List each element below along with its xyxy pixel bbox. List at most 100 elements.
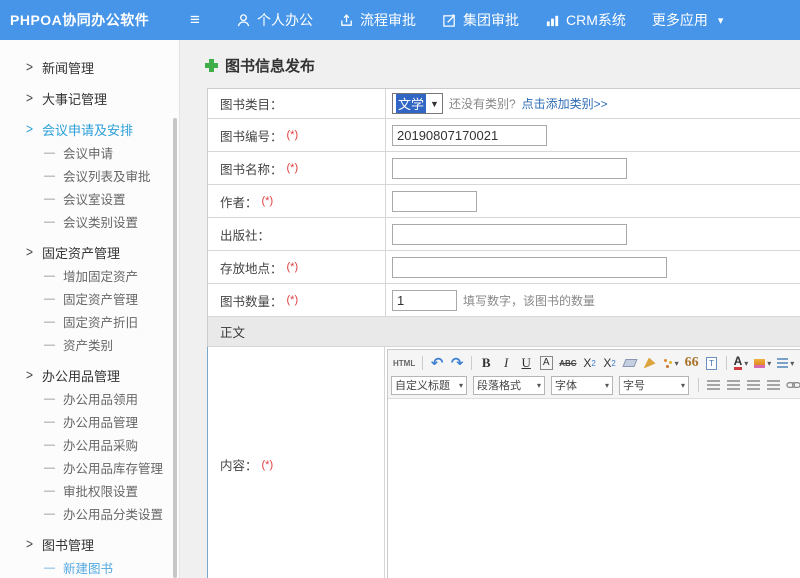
sidebar-item-label: 新建图书 xyxy=(63,558,113,577)
font-color-button[interactable]: A▾ xyxy=(732,354,751,372)
rich-text-editor: HTML ↶ ↷ B I U A ABC X2 X2 xyxy=(387,349,800,578)
undo-button[interactable]: ↶ xyxy=(428,354,446,372)
category-select[interactable]: 文学 ▼ xyxy=(392,93,443,114)
ordered-list-button[interactable]: ▾ xyxy=(775,354,796,372)
nav-label: 个人办公 xyxy=(257,10,313,30)
sidebar-item-supplies-mgmt[interactable]: >办公用品管理 xyxy=(0,363,179,387)
sidebar-item-meeting-mgmt[interactable]: >会议申请及安排 xyxy=(0,117,179,141)
chevron-down-icon: ▾ xyxy=(459,381,463,390)
top-bar: PHPOA协同办公软件 ≡ 个人办公 流程审批 集团审批 CRM系统 更多应用 … xyxy=(0,0,800,40)
dash-icon: — xyxy=(44,416,55,428)
dash-icon: — xyxy=(44,508,55,520)
nav-label: 集团审批 xyxy=(463,10,519,30)
paragraph-select[interactable]: 段落格式▾ xyxy=(473,376,545,395)
italic-button[interactable]: I xyxy=(497,354,515,372)
align-left-button[interactable] xyxy=(704,376,722,394)
chevron-right-icon: > xyxy=(26,367,33,383)
hamburger-menu-icon[interactable]: ≡ xyxy=(180,10,210,30)
sidebar-item-meeting-room[interactable]: —会议室设置 xyxy=(0,187,179,210)
body-section-header: 正文 xyxy=(208,317,800,347)
strikethrough-button[interactable]: ABC xyxy=(557,354,578,372)
char-border-button[interactable]: A xyxy=(540,356,553,370)
chevron-right-icon: > xyxy=(26,90,33,106)
nav-group-approval[interactable]: 集团审批 xyxy=(442,10,519,30)
sidebar-item-label: 办公用品领用 xyxy=(63,389,138,408)
quantity-input[interactable] xyxy=(392,290,457,311)
subscript-button[interactable]: X2 xyxy=(601,354,619,372)
dash-icon: — xyxy=(44,293,55,305)
book-no-input[interactable] xyxy=(392,125,547,146)
sidebar-item-supplies-inventory[interactable]: —办公用品库存管理 xyxy=(0,456,179,479)
highlight-color-icon xyxy=(754,359,765,368)
form-row-content: 内容：(*) HTML ↶ ↷ B I U A xyxy=(208,347,800,578)
sidebar-item-label: 会议室设置 xyxy=(63,189,126,208)
paste-text-button[interactable]: T xyxy=(703,354,721,372)
sidebar-item-meeting-list[interactable]: —会议列表及审批 xyxy=(0,164,179,187)
heading-select[interactable]: 自定义标题▾ xyxy=(391,376,467,395)
size-select[interactable]: 字号▾ xyxy=(619,376,689,395)
app-logo: PHPOA协同办公软件 xyxy=(0,10,180,30)
sidebar-item-news-mgmt[interactable]: > 新闻管理 xyxy=(0,55,179,79)
sidebar-item-label: 办公用品采购 xyxy=(63,435,138,454)
font-select[interactable]: 字体▾ xyxy=(551,376,613,395)
required-marker: (*) xyxy=(287,294,299,306)
sidebar-item-label: 审批权限设置 xyxy=(63,481,138,500)
form-row-publisher: 出版社： xyxy=(208,218,800,251)
sidebar-scrollbar[interactable] xyxy=(173,118,177,578)
format-painter-button[interactable]: ▾ xyxy=(661,354,681,372)
chevron-right-icon: > xyxy=(26,244,33,260)
underline-button[interactable]: U xyxy=(517,354,535,372)
align-center-button[interactable] xyxy=(724,376,742,394)
required-marker: (*) xyxy=(262,459,274,471)
nav-personal-office[interactable]: 个人办公 xyxy=(236,10,313,30)
blockquote-button[interactable]: 66 xyxy=(683,354,701,372)
chevron-down-icon: ▼ xyxy=(430,99,439,109)
sidebar-item-supplies-claim[interactable]: —办公用品领用 xyxy=(0,387,179,410)
link-button[interactable] xyxy=(784,376,800,394)
eraser-button[interactable] xyxy=(621,354,639,372)
dash-icon: — xyxy=(44,485,55,497)
add-category-link[interactable]: 点击添加类别>> xyxy=(522,95,608,112)
toolbar-row-2: 自定义标题▾ 段落格式▾ 字体▾ 字号▾ xyxy=(391,374,800,396)
bar-chart-icon xyxy=(545,13,560,28)
author-input[interactable] xyxy=(392,191,477,212)
sidebar-item-supplies-category[interactable]: —办公用品分类设置 xyxy=(0,502,179,525)
sidebar-item-asset-add[interactable]: —增加固定资产 xyxy=(0,264,179,287)
sidebar-item-label: 办公用品库存管理 xyxy=(63,458,163,477)
align-right-icon xyxy=(747,380,760,390)
sidebar-item-asset-category[interactable]: —资产类别 xyxy=(0,333,179,356)
sidebar-item-asset-depreciation[interactable]: —固定资产折旧 xyxy=(0,310,179,333)
toolbar-separator xyxy=(726,356,727,370)
redo-button[interactable]: ↷ xyxy=(448,354,466,372)
book-name-input[interactable] xyxy=(392,158,627,179)
edit-square-icon xyxy=(442,13,457,28)
html-source-button[interactable]: HTML xyxy=(391,354,417,372)
nav-process-approval[interactable]: 流程审批 xyxy=(339,10,416,30)
location-input[interactable] xyxy=(392,257,667,278)
bold-button[interactable]: B xyxy=(477,354,495,372)
highlight-color-button[interactable]: ▾ xyxy=(752,354,773,372)
chevron-right-icon: > xyxy=(26,59,33,75)
required-marker: (*) xyxy=(287,162,299,174)
sidebar-item-approval-permission[interactable]: — 审批权限设置 xyxy=(0,479,179,502)
sidebar-item-label: 新闻管理 xyxy=(42,58,94,77)
sidebar-item-asset-manage[interactable]: —固定资产管理 xyxy=(0,287,179,310)
sidebar-item-book-mgmt[interactable]: >图书管理 xyxy=(0,532,179,556)
nav-crm-system[interactable]: CRM系统 xyxy=(545,10,626,30)
sidebar-item-supplies-manage[interactable]: —办公用品管理 xyxy=(0,410,179,433)
publisher-input[interactable] xyxy=(392,224,627,245)
align-right-button[interactable] xyxy=(744,376,762,394)
sidebar-item-events-mgmt[interactable]: >大事记管理 xyxy=(0,86,179,110)
sidebar-item-meeting-category[interactable]: —会议类别设置 xyxy=(0,210,179,233)
sidebar-item-book-new[interactable]: —新建图书 xyxy=(0,556,179,578)
quantity-label: 图书数量： xyxy=(220,291,283,310)
editor-content-area[interactable] xyxy=(388,399,800,578)
sidebar-item-asset-mgmt[interactable]: >固定资产管理 xyxy=(0,240,179,264)
align-justify-button[interactable] xyxy=(764,376,782,394)
superscript-button[interactable]: X2 xyxy=(581,354,599,372)
nav-more-apps[interactable]: 更多应用 ▾ xyxy=(652,10,724,30)
sidebar-item-supplies-purchase[interactable]: —办公用品采购 xyxy=(0,433,179,456)
clean-format-button[interactable] xyxy=(641,354,659,372)
required-marker: (*) xyxy=(287,129,299,141)
sidebar-item-meeting-apply[interactable]: —会议申请 xyxy=(0,141,179,164)
